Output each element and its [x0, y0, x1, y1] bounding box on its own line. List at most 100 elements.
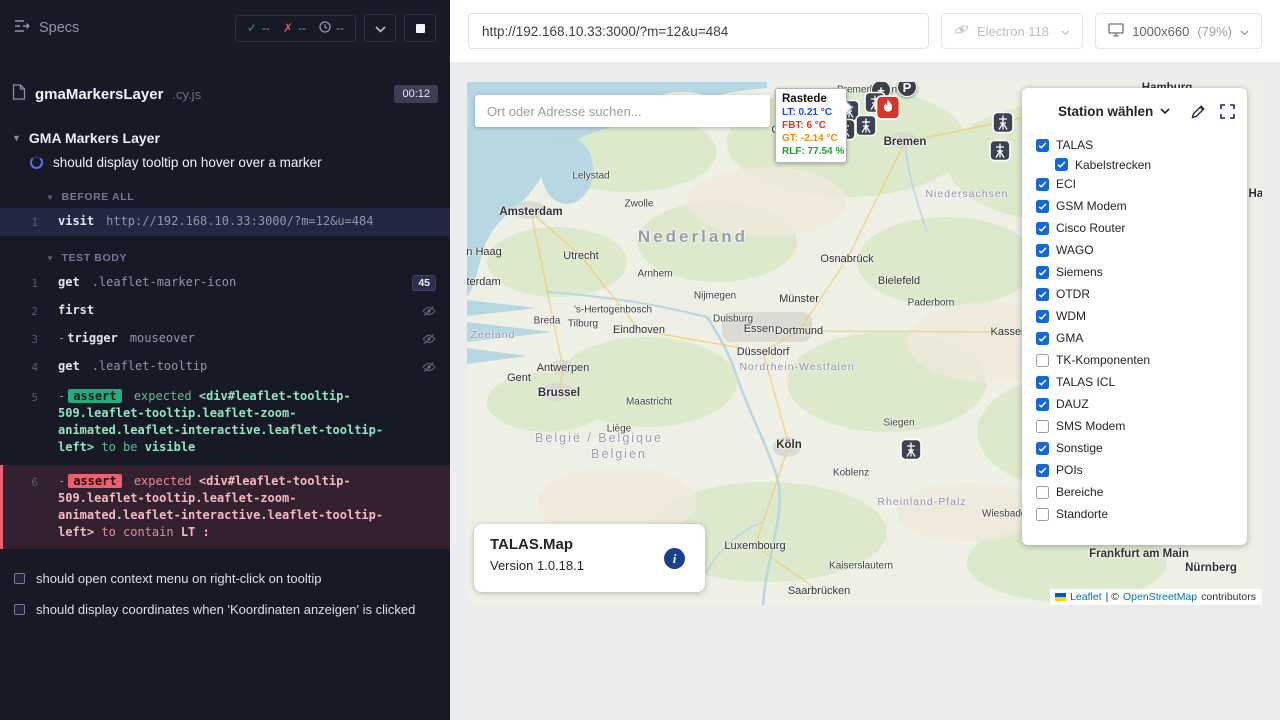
collapsed-test-icon	[14, 604, 25, 615]
layer-toggle-row[interactable]: Cisco Router	[1036, 217, 1235, 239]
layer-checkbox[interactable]	[1036, 508, 1049, 521]
layer-checkbox[interactable]	[1036, 332, 1049, 345]
viewport-size: 1000x660	[1132, 24, 1189, 39]
layer-toggle-row[interactable]: TK-Komponenten	[1036, 349, 1235, 371]
layer-checkbox[interactable]	[1055, 158, 1068, 171]
layer-toggle-row[interactable]: OTDR	[1036, 283, 1235, 305]
browser-selector[interactable]: Electron 118	[941, 13, 1083, 49]
pending-test-row[interactable]: should open context menu on right-click …	[0, 563, 450, 594]
layer-label: ECI	[1056, 177, 1076, 191]
ukraine-flag-icon	[1055, 593, 1066, 601]
layer-toggle-row[interactable]: TALAS	[1036, 134, 1235, 156]
layer-label: Kabelstrecken	[1075, 158, 1151, 172]
hook-before-all-header[interactable]: ▼ BEFORE ALL	[0, 188, 450, 208]
layer-checkbox[interactable]	[1036, 266, 1049, 279]
edit-pencil-icon[interactable]	[1191, 104, 1206, 119]
spec-file-bar[interactable]: gmaMarkersLayer.cy.js 00:12	[12, 78, 438, 110]
specs-menu-button[interactable]: Specs	[14, 19, 79, 37]
command-row[interactable]: 2first	[0, 297, 450, 325]
layer-checkbox[interactable]	[1036, 139, 1049, 152]
fullscreen-icon[interactable]	[1220, 104, 1235, 119]
url-input[interactable]	[468, 13, 929, 49]
layer-checkbox[interactable]	[1036, 222, 1049, 235]
command-row[interactable]: 5-assert expected <div#leaflet-tooltip-5…	[0, 381, 450, 463]
layer-toggle-row[interactable]: SMS Modem	[1036, 415, 1235, 437]
command-number: 1	[0, 274, 58, 292]
layer-toggle-row[interactable]: Standorte	[1036, 503, 1235, 525]
layer-toggle-row[interactable]: POIs	[1036, 459, 1235, 481]
leaflet-link[interactable]: Leaflet	[1070, 591, 1102, 603]
specs-label: Specs	[39, 20, 79, 36]
running-spinner-icon	[30, 156, 43, 169]
layer-toggle-row[interactable]: GSM Modem	[1036, 195, 1235, 217]
command-number: 6	[3, 473, 58, 491]
layer-checkbox[interactable]	[1036, 288, 1049, 301]
app-version: Version 1.0.18.1	[490, 558, 689, 573]
collapse-all-button[interactable]	[364, 14, 396, 42]
spec-name: gmaMarkersLayer	[35, 86, 163, 103]
tooltip-measurement-row: GT: -2.14 °C	[782, 132, 840, 145]
layer-toggle-row[interactable]: WAGO	[1036, 239, 1235, 261]
layer-label: Standorte	[1056, 507, 1108, 521]
layer-checkbox[interactable]	[1036, 486, 1049, 499]
map[interactable]: HamburgBremerhavenOldenburgBremenGroning…	[467, 82, 1262, 605]
search-input[interactable]	[475, 95, 770, 127]
layer-checkbox[interactable]	[1036, 244, 1049, 257]
osm-link[interactable]: OpenStreetMap	[1123, 591, 1197, 603]
layer-label: Sonstige	[1056, 441, 1103, 455]
layer-toggle-row[interactable]: WDM	[1036, 305, 1235, 327]
suite-row[interactable]: ▼ GMA Markers Layer	[0, 126, 450, 150]
tooltip-rows: LT: 0.21 °CFBT: 6 °CGT: -2.14 °CRLF: 77.…	[782, 106, 840, 158]
layer-label: OTDR	[1056, 287, 1090, 301]
layer-toggle-row[interactable]: Bereiche	[1036, 481, 1235, 503]
layer-checkbox[interactable]	[1036, 420, 1049, 433]
station-marker-icon[interactable]	[855, 115, 877, 142]
layer-checkbox[interactable]	[1036, 442, 1049, 455]
layer-checkbox[interactable]	[1036, 398, 1049, 411]
marker-tooltip[interactable]: Rastede LT: 0.21 °CFBT: 6 °CGT: -2.14 °C…	[775, 88, 847, 163]
app-title: TALAS.Map	[490, 536, 689, 553]
layer-toggle-row[interactable]: GMA	[1036, 327, 1235, 349]
layer-checkbox[interactable]	[1036, 200, 1049, 213]
command-row[interactable]: 1get.leaflet-marker-icon45	[0, 269, 450, 297]
layer-label: WAGO	[1056, 243, 1094, 257]
command-number: 4	[0, 358, 58, 376]
layer-checkbox[interactable]	[1036, 464, 1049, 477]
layer-checkbox[interactable]	[1036, 376, 1049, 389]
info-icon[interactable]: i	[664, 548, 685, 569]
viewport-selector[interactable]: 1000x660 (79%)	[1095, 13, 1262, 49]
layer-checkbox[interactable]	[1036, 178, 1049, 191]
layer-toggle-row[interactable]: Kabelstrecken	[1036, 156, 1235, 173]
layer-checkbox[interactable]	[1036, 354, 1049, 367]
layer-checkbox[interactable]	[1036, 310, 1049, 323]
layer-toggle-row[interactable]: TALAS ICL	[1036, 371, 1235, 393]
alarm-marker-icon[interactable]	[876, 95, 901, 125]
layer-toggle-row[interactable]: DAUZ	[1036, 393, 1235, 415]
layer-toggle-row[interactable]: Siemens	[1036, 261, 1235, 283]
station-panel: Station wählen TALAS Kabelstrecken ECI GSM …	[1022, 88, 1247, 545]
check-icon: ✓	[247, 21, 257, 35]
layer-toggle-row[interactable]: Sonstige	[1036, 437, 1235, 459]
command-number: 5	[0, 388, 58, 406]
layer-label: WDM	[1056, 309, 1086, 323]
clock-icon	[319, 21, 331, 36]
command-row[interactable]: 1visithttp://192.168.10.33:3000/?m=12&u=…	[0, 208, 450, 236]
chevron-down-icon	[1240, 24, 1249, 39]
station-select-dropdown[interactable]: Station wählen	[1058, 102, 1170, 120]
stop-button[interactable]	[404, 14, 436, 42]
command-count-badge: 45	[412, 275, 436, 291]
station-marker-icon[interactable]	[989, 140, 1011, 167]
command-row[interactable]: 6-assert expected <div#leaflet-tooltip-5…	[0, 465, 450, 549]
station-marker-icon[interactable]	[900, 439, 922, 466]
cypress-runner-panel: Specs ✓-- ✗-- -- gmaMarkersLayer.cy.js 0…	[0, 0, 450, 720]
command-row[interactable]: 4get.leaflet-tooltip	[0, 353, 450, 381]
pending-test-row[interactable]: should display coordinates when 'Koordin…	[0, 594, 450, 625]
hidden-element-icon	[422, 360, 436, 379]
active-test-row[interactable]: should display tooltip on hover over a m…	[0, 150, 450, 175]
layer-toggle-row[interactable]: ECI	[1036, 173, 1235, 195]
chevron-down-icon	[375, 21, 386, 36]
hook-test-body-header[interactable]: ▼ TEST BODY	[0, 249, 450, 269]
command-row[interactable]: 3-triggermouseover	[0, 325, 450, 353]
test-stats-group[interactable]: ✓-- ✗-- --	[235, 15, 356, 42]
station-marker-icon[interactable]	[992, 112, 1014, 139]
